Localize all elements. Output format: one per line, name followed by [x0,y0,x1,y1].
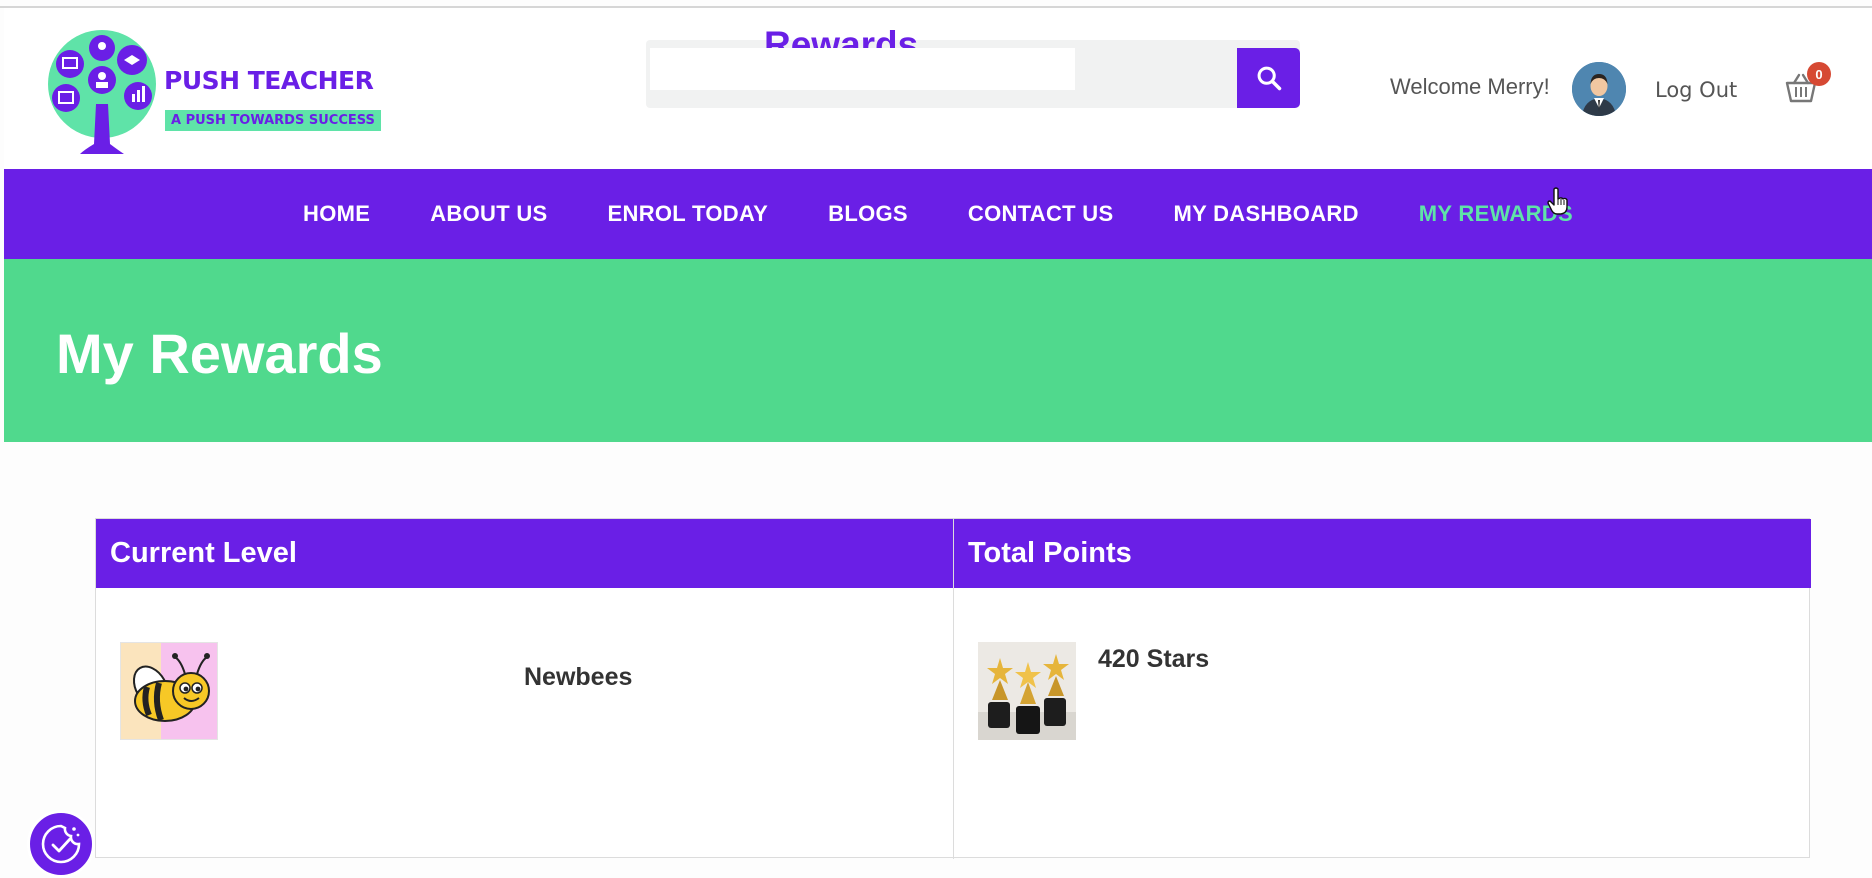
nav-item-about-us[interactable]: ABOUT US [430,201,547,227]
logo-title: PUSH TEACHER [164,66,374,95]
cookie-consent-button[interactable] [27,810,95,878]
bee-icon [121,643,217,739]
nav-item-blogs[interactable]: BLOGS [828,201,908,227]
page-banner: My Rewards [4,259,1872,442]
nav-item-contact-us[interactable]: CONTACT US [968,201,1114,227]
current-level-name: Newbees [524,663,633,691]
level-badge-image [120,642,218,740]
user-avatar[interactable] [1572,62,1626,116]
search-input[interactable] [650,48,1075,90]
tree-logo-icon [48,30,156,154]
points-image [978,642,1076,740]
total-points-value: 420 Stars [1098,645,1210,673]
trophy-stars-icon [978,642,1076,740]
main-nav: HOME ABOUT US ENROL TODAY BLOGS CONTACT … [4,169,1872,259]
cart-count-badge: 0 [1807,62,1831,86]
search-button[interactable] [1237,48,1300,108]
nav-item-enrol-today[interactable]: ENROL TODAY [608,201,769,227]
nav-item-my-dashboard[interactable]: MY DASHBOARD [1173,201,1358,227]
search-icon [1257,66,1281,91]
rewards-table: Current Level Total Points Newbees 420 S… [95,518,1811,859]
logout-link[interactable]: Log Out [1655,78,1737,102]
user-avatar-icon [1572,62,1626,116]
current-level-header: Current Level [96,519,953,588]
page-title: My Rewards [56,322,383,385]
nav-item-home[interactable]: HOME [303,201,370,227]
column-divider [953,519,954,859]
logo-tagline: A PUSH TOWARDS SUCCESS [165,110,381,131]
push-teacher-logo[interactable]: PUSH TEACHER A PUSH TOWARDS SUCCESS [44,26,384,156]
welcome-message: Welcome Merry! [1390,74,1550,99]
total-points-header: Total Points [954,519,1811,588]
hand-cursor-icon [1547,187,1568,215]
cookie-check-icon [41,824,81,864]
